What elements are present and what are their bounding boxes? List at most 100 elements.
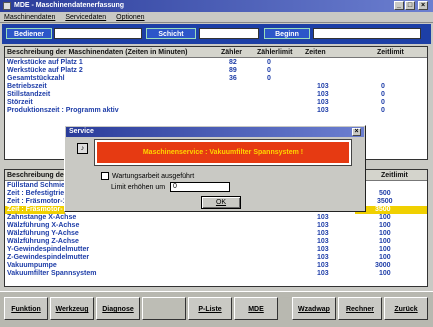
alarm-message: Maschinenservice : Vakuumfilter Spannsys… xyxy=(94,139,352,166)
row-zeiten: 103 xyxy=(317,270,329,277)
window-title: MDE - Maschinendatenerfassung xyxy=(14,2,125,9)
col-zaehlerlimit: Zählerlimit xyxy=(257,49,293,56)
row-zeitlimit: 100 xyxy=(379,238,391,245)
checkbox-label: Wartungsarbeit ausgeführt xyxy=(112,173,195,180)
row-zeitlimit: 500 xyxy=(379,190,391,197)
limit-input[interactable]: 0 xyxy=(170,182,230,192)
table-row[interactable]: Gesamtstückzahl 36 0 xyxy=(5,75,427,83)
row-zeitlimit: 0 xyxy=(381,83,385,90)
row-zeiten: 103 xyxy=(317,246,329,253)
row-label: Wälzführung Z-Achse xyxy=(7,238,79,245)
row-zeiten: 103 xyxy=(317,238,329,245)
maintenance-checkbox[interactable] xyxy=(101,172,109,181)
row-label: Füllstand Schmier xyxy=(7,182,68,189)
row-zeitlimit: 100 xyxy=(379,230,391,237)
row-limit: 0 xyxy=(267,75,271,82)
row-zaehler: 89 xyxy=(229,67,237,74)
col-beschreibung: Beschreibung der Maschinendaten (Zeiten … xyxy=(7,49,188,56)
menu-servicedaten[interactable]: Servicedaten xyxy=(61,12,110,23)
table-row[interactable]: Werkstücke auf Platz 2 89 0 xyxy=(5,67,427,75)
row-label: Zahnstange X-Achse xyxy=(7,214,77,221)
row-zeiten: 103 xyxy=(317,222,329,229)
table-row-selected[interactable]: Zeit : Fräsmotor-2 xyxy=(5,206,65,221)
row-label: Werkstücke auf Platz 2 xyxy=(7,67,83,74)
table-row[interactable]: Störzeit 103 0 xyxy=(5,99,427,107)
close-icon[interactable]: × xyxy=(418,1,428,10)
row-limit: 0 xyxy=(267,67,271,74)
row-label: Vakuumpumpe xyxy=(7,262,57,269)
row-label: Werkstücke auf Platz 1 xyxy=(7,59,83,66)
operator-strip: Bediener Schicht Beginn xyxy=(2,24,431,44)
beginn-label: Beginn xyxy=(264,28,310,39)
werkzeug-button[interactable]: Werkzeug xyxy=(50,297,94,320)
table-row[interactable]: Produktionszeit : Programm aktiv 103 0 xyxy=(5,107,427,115)
table-row[interactable]: Stillstandzeit 103 0 xyxy=(5,91,427,99)
row-zeitlimit: 100 xyxy=(379,254,391,261)
table-row[interactable]: Werkstücke auf Platz 1 82 0 xyxy=(5,59,427,67)
row-limit: 0 xyxy=(267,59,271,66)
table-row[interactable]: Betriebszeit 103 0 xyxy=(5,83,427,91)
row-label: Zeit : Fräsmotor-1 xyxy=(7,198,67,205)
schicht-field[interactable] xyxy=(199,28,259,39)
empty-function-button[interactable] xyxy=(142,297,186,320)
row-zaehler: 82 xyxy=(229,59,237,66)
row-zeitlimit: 100 xyxy=(379,214,391,221)
table-row[interactable]: Vakuumpumpe 103 3000 xyxy=(5,262,427,270)
table-row[interactable]: Wälzführung Z-Achse 103 100 xyxy=(5,238,427,246)
function-key-bar: Funktion Werkzeug Diagnose P-Liste MDE W… xyxy=(0,291,433,327)
row-label: Betriebszeit xyxy=(7,83,47,90)
row-label: Zeit : Befestigtrieb xyxy=(7,190,69,197)
row-zeitlimit: 100 xyxy=(379,246,391,253)
maximize-icon[interactable]: □ xyxy=(405,1,415,10)
dialog-title: Service × xyxy=(66,127,364,137)
menu-maschinendaten[interactable]: Maschinendaten xyxy=(0,12,59,23)
row-zaehler: 36 xyxy=(229,75,237,82)
table-row[interactable]: Z-Gewindespindelmutter 103 100 xyxy=(5,254,427,262)
table-row[interactable]: Wälzführung Y-Achse 103 100 xyxy=(5,230,427,238)
row-zeitlimit: 0 xyxy=(381,107,385,114)
p-liste-button[interactable]: P-Liste xyxy=(188,297,232,320)
row-zeitlimit: 3000 xyxy=(375,262,391,269)
zurueck-button[interactable]: Zurück xyxy=(384,297,428,320)
row-zeiten: 103 xyxy=(317,99,329,106)
bediener-field[interactable] xyxy=(54,28,142,39)
col-zeiten: Zeiten xyxy=(305,49,326,56)
row-label: Vakuumfilter Spannsystem xyxy=(7,270,97,277)
row-zeitlimit: 3500 xyxy=(375,206,391,213)
title-bar: MDE - Maschinendatenerfassung _ □ × xyxy=(0,0,433,12)
ok-button[interactable]: OK xyxy=(201,196,241,209)
table-row[interactable]: Zahnstange X-Achse 103 100 xyxy=(5,214,427,222)
row-zeitlimit: 0 xyxy=(381,99,385,106)
row-zeitlimit: 0 xyxy=(381,91,385,98)
bediener-label: Bediener xyxy=(6,28,52,39)
limit-label: Limit erhöhen um xyxy=(111,184,166,191)
maintenance-checkbox-row[interactable]: Wartungsarbeit ausgeführt xyxy=(101,172,194,181)
col-zaehler: Zähler xyxy=(221,49,243,56)
table-row[interactable]: Wälzführung X-Achse 103 100 xyxy=(5,222,427,230)
funktion-button[interactable]: Funktion xyxy=(4,297,48,320)
beginn-field[interactable] xyxy=(313,28,421,39)
diagnose-button[interactable]: Diagnose xyxy=(96,297,140,320)
mde-button[interactable]: MDE xyxy=(234,297,278,320)
minimize-icon[interactable]: _ xyxy=(394,1,404,10)
service-dialog: Service × ♪ Maschinenservice : Vakuumfil… xyxy=(64,125,366,212)
row-zeiten: 103 xyxy=(317,83,329,90)
rechner-button[interactable]: Rechner xyxy=(338,297,382,320)
row-label: Wälzführung Y-Achse xyxy=(7,230,79,237)
table-row[interactable]: Y-Gewindespindelmutter 103 100 xyxy=(5,246,427,254)
row-zeiten: 103 xyxy=(317,91,329,98)
main-window: MDE - Maschinendatenerfassung _ □ × Masc… xyxy=(0,0,433,327)
row-zeiten: 103 xyxy=(317,107,329,114)
app-icon xyxy=(3,2,11,10)
row-label: Z-Gewindespindelmutter xyxy=(7,254,90,261)
row-zeiten: 103 xyxy=(317,230,329,237)
row-label: Stillstandzeit xyxy=(7,91,51,98)
menu-optionen[interactable]: Optionen xyxy=(112,12,148,23)
schicht-label: Schicht xyxy=(146,28,196,39)
wzadwap-button[interactable]: Wzadwap xyxy=(292,297,336,320)
row-label: Y-Gewindespindelmutter xyxy=(7,246,90,253)
row-zeiten: 103 xyxy=(317,262,329,269)
bell-icon: ♪ xyxy=(77,143,88,154)
close-icon[interactable]: × xyxy=(352,128,361,136)
table-row[interactable]: Vakuumfilter Spannsystem 103 100 xyxy=(5,270,427,278)
